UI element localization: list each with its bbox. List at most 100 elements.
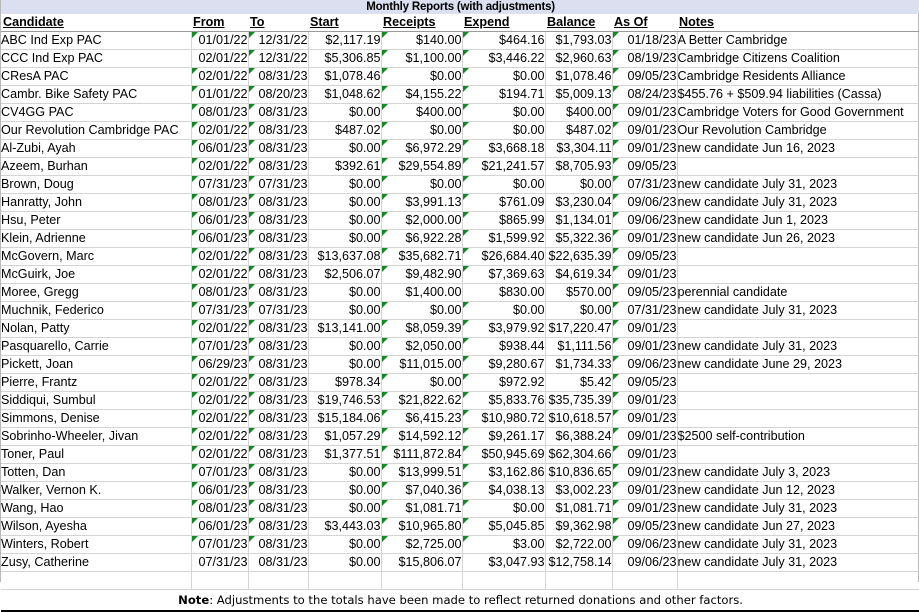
cell-balance[interactable]: $1,134.01 — [545, 211, 613, 230]
cell-receipts[interactable]: $1,100.00 — [381, 49, 463, 68]
cell-balance[interactable]: $570.00 — [545, 283, 613, 302]
cell-expend[interactable]: $761.09 — [462, 193, 546, 212]
cell-receipts[interactable]: $2,725.00 — [381, 535, 463, 554]
cell-expend[interactable]: $3,047.93 — [462, 553, 546, 572]
cell-to[interactable]: 08/31/23 — [248, 463, 309, 482]
cell-expend[interactable]: $0.00 — [462, 175, 546, 194]
cell-to[interactable]: 08/31/23 — [248, 193, 309, 212]
cell-receipts[interactable]: $0.00 — [381, 175, 463, 194]
cell-expend[interactable]: $3.00 — [462, 535, 546, 554]
cell-from[interactable]: 07/31/23 — [191, 175, 249, 194]
cell-candidate[interactable]: CV4GG PAC — [1, 103, 192, 122]
cell-to[interactable]: 08/31/23 — [248, 535, 309, 554]
cell-candidate[interactable]: McGovern, Marc — [1, 247, 192, 266]
cell-start[interactable]: $1,078.46 — [308, 67, 382, 86]
cell-expend[interactable]: $50,945.69 — [462, 445, 546, 464]
cell-receipts[interactable]: $400.00 — [381, 103, 463, 122]
cell-start[interactable]: $0.00 — [308, 535, 382, 554]
cell-receipts[interactable]: $11,015.00 — [381, 355, 463, 374]
cell-expend[interactable]: $830.00 — [462, 283, 546, 302]
cell-start[interactable]: $1,048.62 — [308, 85, 382, 104]
cell-balance[interactable]: $17,220.47 — [545, 319, 613, 338]
blank-cell-candidate[interactable] — [1, 571, 192, 590]
cell-start[interactable]: $0.00 — [308, 193, 382, 212]
cell-expend[interactable]: $0.00 — [462, 121, 546, 140]
cell-asof[interactable]: 09/06/23 — [612, 355, 678, 374]
blank-cell-from[interactable] — [191, 571, 249, 590]
cell-notes[interactable]: new candidate July 31, 2023 — [677, 301, 919, 320]
cell-to[interactable]: 08/31/23 — [248, 391, 309, 410]
cell-notes[interactable] — [677, 265, 919, 284]
cell-start[interactable]: $0.00 — [308, 481, 382, 500]
cell-expend[interactable]: $26,684.40 — [462, 247, 546, 266]
cell-from[interactable]: 02/01/22 — [191, 445, 249, 464]
cell-receipts[interactable]: $4,155.22 — [381, 85, 463, 104]
cell-balance[interactable]: $0.00 — [545, 301, 613, 320]
cell-asof[interactable]: 09/05/23 — [612, 67, 678, 86]
cell-notes[interactable]: $2500 self-contribution — [677, 427, 919, 446]
cell-start[interactable]: $0.00 — [308, 229, 382, 248]
cell-expend[interactable]: $9,280.67 — [462, 355, 546, 374]
cell-candidate[interactable]: Hanratty, John — [1, 193, 192, 212]
cell-balance[interactable]: $487.02 — [545, 121, 613, 140]
cell-balance[interactable]: $5,322.36 — [545, 229, 613, 248]
cell-asof[interactable]: 09/05/23 — [612, 283, 678, 302]
cell-start[interactable]: $0.00 — [308, 355, 382, 374]
cell-start[interactable]: $0.00 — [308, 499, 382, 518]
cell-receipts[interactable]: $0.00 — [381, 67, 463, 86]
cell-to[interactable]: 08/20/23 — [248, 85, 309, 104]
cell-notes[interactable] — [677, 373, 919, 392]
cell-start[interactable]: $15,184.06 — [308, 409, 382, 428]
cell-asof[interactable]: 09/01/23 — [612, 409, 678, 428]
cell-candidate[interactable]: Pickett, Joan — [1, 355, 192, 374]
cell-balance[interactable]: $2,722.00 — [545, 535, 613, 554]
cell-candidate[interactable]: Zusy, Catherine — [1, 553, 192, 572]
cell-balance[interactable]: $9,362.98 — [545, 517, 613, 536]
cell-from[interactable]: 01/01/22 — [191, 85, 249, 104]
cell-candidate[interactable]: Pierre, Frantz — [1, 373, 192, 392]
cell-from[interactable]: 06/01/23 — [191, 481, 249, 500]
cell-candidate[interactable]: CCC Ind Exp PAC — [1, 49, 192, 68]
cell-asof[interactable]: 09/01/23 — [612, 319, 678, 338]
cell-candidate[interactable]: Simmons, Denise — [1, 409, 192, 428]
cell-receipts[interactable]: $111,872.84 — [381, 445, 463, 464]
cell-from[interactable]: 08/01/23 — [191, 193, 249, 212]
cell-from[interactable]: 01/01/22 — [191, 31, 249, 50]
cell-to[interactable]: 08/31/23 — [248, 283, 309, 302]
cell-expend[interactable]: $3,162.86 — [462, 463, 546, 482]
cell-from[interactable]: 07/31/23 — [191, 553, 249, 572]
cell-receipts[interactable]: $10,965.80 — [381, 517, 463, 536]
cell-candidate[interactable]: Moree, Gregg — [1, 283, 192, 302]
cell-notes[interactable] — [677, 157, 919, 176]
cell-start[interactable]: $19,746.53 — [308, 391, 382, 410]
cell-to[interactable]: 07/31/23 — [248, 301, 309, 320]
cell-start[interactable]: $2,506.07 — [308, 265, 382, 284]
cell-asof[interactable]: 09/05/23 — [612, 373, 678, 392]
cell-notes[interactable]: new candidate Jun 27, 2023 — [677, 517, 919, 536]
cell-expend[interactable]: $0.00 — [462, 301, 546, 320]
column-header-from[interactable]: From — [191, 14, 248, 32]
cell-from[interactable]: 02/01/22 — [191, 427, 249, 446]
cell-asof[interactable]: 09/05/23 — [612, 157, 678, 176]
cell-asof[interactable]: 09/01/23 — [612, 391, 678, 410]
cell-candidate[interactable]: Al-Zubi, Ayah — [1, 139, 192, 158]
cell-asof[interactable]: 01/18/23 — [612, 31, 678, 50]
cell-from[interactable]: 02/01/22 — [191, 319, 249, 338]
cell-expend[interactable]: $0.00 — [462, 67, 546, 86]
cell-notes[interactable]: new candidate Jun 16, 2023 — [677, 139, 919, 158]
cell-notes[interactable] — [677, 409, 919, 428]
cell-notes[interactable]: A Better Cambridge — [677, 31, 919, 50]
cell-candidate[interactable]: CResA PAC — [1, 67, 192, 86]
cell-to[interactable]: 08/31/23 — [248, 481, 309, 500]
cell-receipts[interactable]: $0.00 — [381, 121, 463, 140]
cell-expend[interactable]: $464.16 — [462, 31, 546, 50]
cell-expend[interactable]: $9,261.17 — [462, 427, 546, 446]
cell-receipts[interactable]: $2,050.00 — [381, 337, 463, 356]
cell-expend[interactable]: $3,979.92 — [462, 319, 546, 338]
cell-candidate[interactable]: Wilson, Ayesha — [1, 517, 192, 536]
cell-receipts[interactable]: $9,482.90 — [381, 265, 463, 284]
cell-receipts[interactable]: $0.00 — [381, 301, 463, 320]
cell-asof[interactable]: 09/01/23 — [612, 265, 678, 284]
cell-balance[interactable]: $400.00 — [545, 103, 613, 122]
cell-notes[interactable]: new candidate July 31, 2023 — [677, 553, 919, 572]
